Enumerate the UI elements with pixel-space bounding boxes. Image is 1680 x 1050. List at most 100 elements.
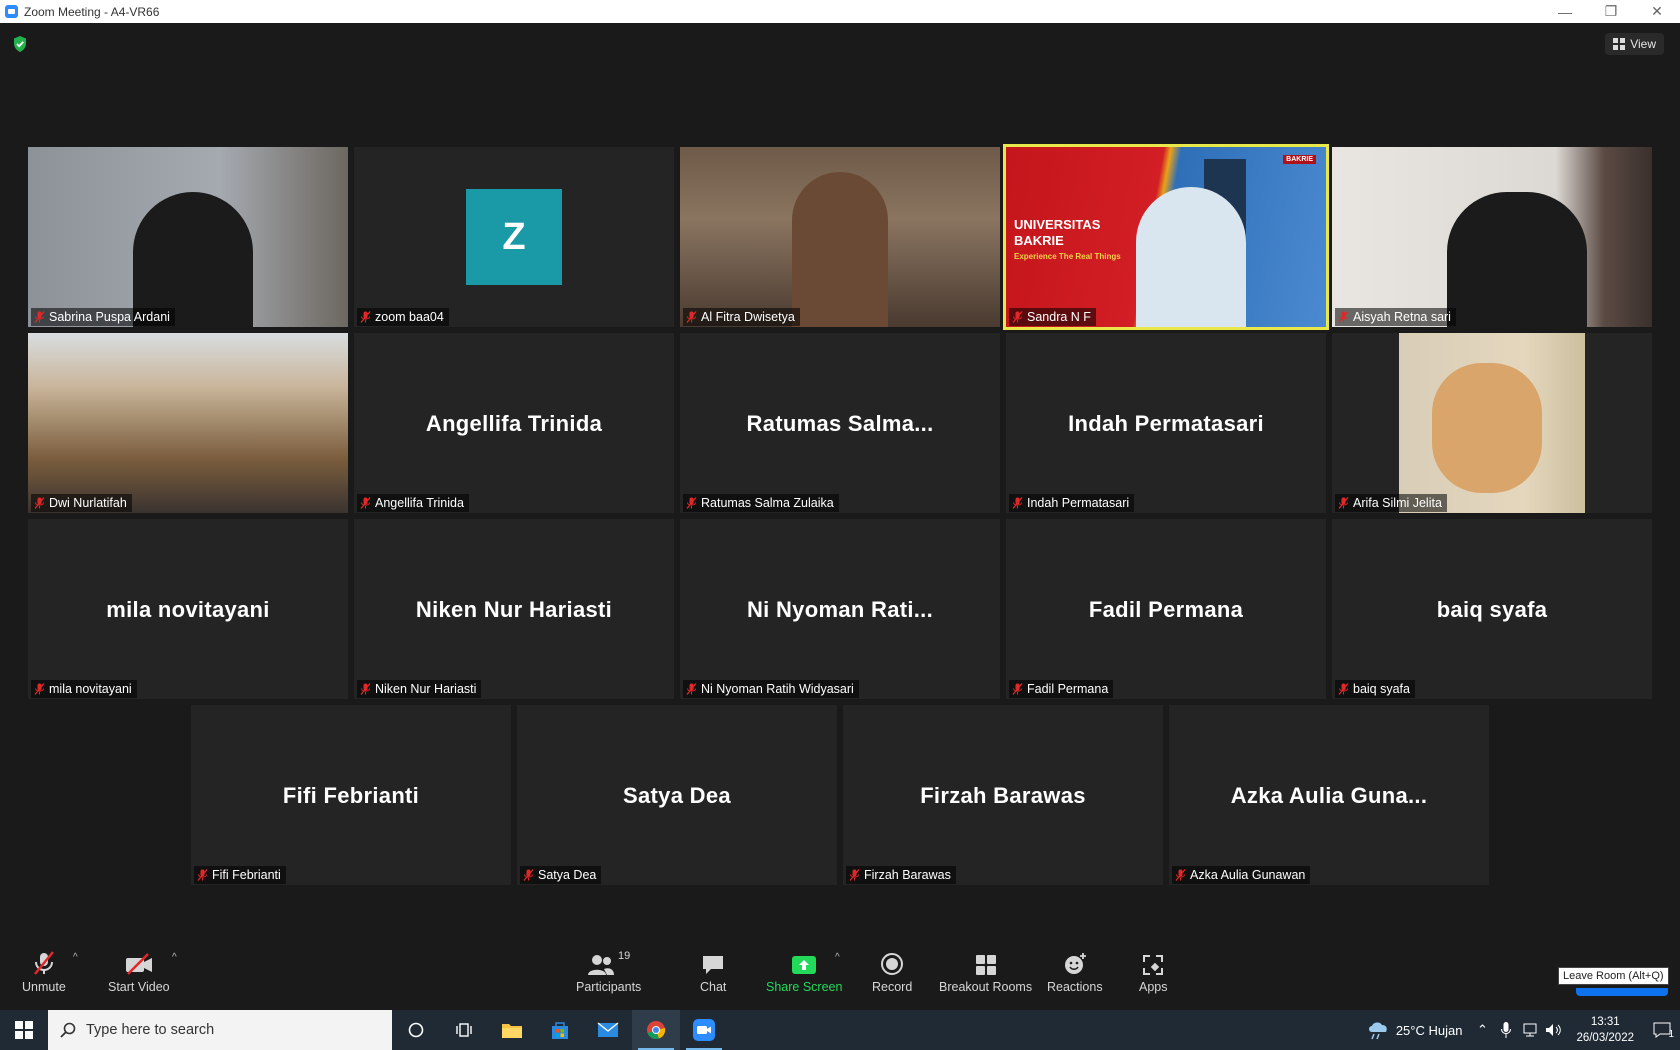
volume-icon[interactable]	[1542, 1023, 1566, 1037]
search-icon	[60, 1022, 76, 1038]
task-view-button[interactable]	[440, 1010, 488, 1050]
grid-view-icon	[1613, 38, 1626, 50]
zoom-taskbar-button[interactable]	[680, 1010, 728, 1050]
participant-big-name: Fadil Permana	[1088, 597, 1244, 622]
participant-name: Niken Nur Hariasti	[375, 682, 477, 696]
zoom-app-icon	[5, 5, 18, 18]
muted-mic-icon	[197, 869, 208, 881]
participant-tile[interactable]: Azka Aulia Guna... Azka Aulia Gunawan	[1169, 705, 1489, 885]
participant-tile[interactable]: Sabrina Puspa Ardani	[28, 147, 348, 327]
zoom-icon	[693, 1019, 715, 1041]
security-shield-icon[interactable]	[12, 35, 28, 53]
minimize-button[interactable]: —	[1542, 0, 1588, 23]
participant-name-label: Azka Aulia Gunawan	[1172, 866, 1311, 884]
participant-tile[interactable]: Ni Nyoman Rati... Ni Nyoman Ratih Widyasa…	[680, 519, 1000, 699]
participant-tile[interactable]: Ratumas Salma... Ratumas Salma Zulaika	[680, 333, 1000, 513]
microsoft-store-taskbar-button[interactable]	[536, 1010, 584, 1050]
muted-mic-icon	[686, 497, 697, 509]
participant-tile[interactable]: baiq syafa baiq syafa	[1332, 519, 1652, 699]
participant-tile[interactable]: mila novitayani mila novitayani	[28, 519, 348, 699]
participant-name-label: zoom baa04	[357, 308, 449, 326]
apps-icon	[1143, 955, 1164, 975]
person-face	[792, 172, 888, 327]
participant-name: Dwi Nurlatifah	[49, 496, 127, 510]
participant-tile[interactable]: Zzoom baa04	[354, 147, 674, 327]
chrome-taskbar-button[interactable]	[632, 1010, 680, 1050]
share-screen-button[interactable]: Share Screen	[766, 948, 842, 994]
participant-name-label: Ni Nyoman Ratih Widyasari	[683, 680, 859, 698]
participant-name: baiq syafa	[1353, 682, 1410, 696]
audio-options-caret[interactable]: ^	[73, 952, 78, 963]
network-icon[interactable]	[1518, 1023, 1542, 1037]
weather-text: 25°C Hujan	[1395, 1022, 1463, 1038]
participant-tile[interactable]: Niken Nur Hariasti Niken Nur Hariasti	[354, 519, 674, 699]
participant-name: Sandra N F	[1027, 310, 1091, 324]
reactions-button[interactable]: Reactions	[1047, 948, 1103, 994]
participant-tile[interactable]: Dwi Nurlatifah	[28, 333, 348, 513]
participant-big-name: Ratumas Salma...	[746, 411, 934, 436]
unmute-button[interactable]: Unmute	[22, 948, 66, 994]
participant-name-label: Indah Permatasari	[1009, 494, 1135, 512]
system-clock[interactable]: 13:31 26/03/2022	[1576, 1014, 1634, 1046]
leave-button[interactable]	[1576, 988, 1668, 996]
show-hidden-icons-button[interactable]: ⌃	[1470, 1022, 1494, 1038]
chat-button[interactable]: Chat	[700, 948, 726, 994]
participant-tile[interactable]: Angellifa Trinida Angellifa Trinida	[354, 333, 674, 513]
participant-tile[interactable]: Al Fitra Dwisetya	[680, 147, 1000, 327]
participant-name: Fadil Permana	[1027, 682, 1109, 696]
participant-name-label: Fifi Febrianti	[194, 866, 286, 884]
chrome-icon	[647, 1021, 666, 1040]
windows-start-button[interactable]	[0, 1010, 48, 1050]
store-bag-icon	[552, 1022, 568, 1039]
view-button[interactable]: View	[1605, 33, 1664, 55]
participant-big-name: Firzah Barawas	[920, 783, 1086, 808]
video-options-caret[interactable]: ^	[172, 952, 177, 963]
participant-tile[interactable]: UNIVERSITAS BAKRIE Experience The Real Thi…	[1003, 144, 1329, 330]
participant-name: Firzah Barawas	[864, 868, 951, 882]
muted-microphone-icon	[33, 951, 54, 975]
share-options-caret[interactable]: ^	[835, 952, 840, 963]
participant-big-name: baiq syafa	[1436, 597, 1548, 622]
reactions-smiley-icon	[1064, 953, 1086, 974]
participant-big-name: Satya Dea	[623, 783, 731, 808]
record-button[interactable]: Record	[872, 948, 912, 994]
video-off-icon	[125, 953, 152, 975]
participant-tile[interactable]: Satya Dea Satya Dea	[517, 705, 837, 885]
restore-button[interactable]: ❐	[1588, 0, 1634, 23]
breakout-rooms-button[interactable]: Breakout Rooms	[939, 948, 1032, 994]
mail-icon	[597, 1022, 619, 1037]
participants-button[interactable]: 19 Participants	[576, 948, 641, 994]
record-label: Record	[872, 980, 913, 994]
weather-widget[interactable]: 25°C Hujan	[1366, 1020, 1463, 1040]
start-video-button[interactable]: Start Video	[108, 948, 170, 994]
notifications-button[interactable]: 1	[1644, 1022, 1680, 1040]
participants-icon	[588, 955, 615, 975]
participant-tile[interactable]: Firzah Barawas Firzah Barawas	[843, 705, 1163, 885]
record-icon	[881, 953, 904, 975]
cortana-button[interactable]	[392, 1010, 440, 1050]
mail-taskbar-button[interactable]	[584, 1010, 632, 1050]
muted-mic-icon	[686, 683, 697, 695]
university-logo: BAKRIE	[1283, 155, 1316, 164]
chevron-up-icon: ⌃	[1476, 1022, 1488, 1037]
participant-tile[interactable]: Fadil Permana Fadil Permana	[1006, 519, 1326, 699]
person-in-hijab	[1136, 187, 1246, 327]
participant-name-label: Firzah Barawas	[846, 866, 956, 884]
participant-tile[interactable]: Arifa Silmi Jelita	[1332, 333, 1652, 513]
muted-mic-icon	[523, 869, 534, 881]
participant-big-name: Azka Aulia Guna...	[1230, 783, 1428, 808]
apps-button[interactable]: Apps	[1139, 948, 1168, 994]
close-button[interactable]: ✕	[1634, 0, 1680, 23]
participant-tile[interactable]: Aisyah Retna sari	[1332, 147, 1652, 327]
participant-big-name: Fifi Febrianti	[282, 783, 420, 808]
file-explorer-taskbar-button[interactable]	[488, 1010, 536, 1050]
folder-icon	[502, 1024, 522, 1038]
participant-tile[interactable]: Indah Permatasari Indah Permatasari	[1006, 333, 1326, 513]
start-video-label: Start Video	[108, 980, 170, 994]
taskbar-search-box[interactable]: Type here to search	[48, 1010, 392, 1050]
participant-tile[interactable]: Fifi Febrianti Fifi Febrianti	[191, 705, 511, 885]
microphone-tray-icon[interactable]	[1494, 1022, 1518, 1038]
muted-mic-icon	[1012, 683, 1023, 695]
muted-mic-icon	[1175, 869, 1186, 881]
participant-name: Ni Nyoman Ratih Widyasari	[701, 682, 854, 696]
